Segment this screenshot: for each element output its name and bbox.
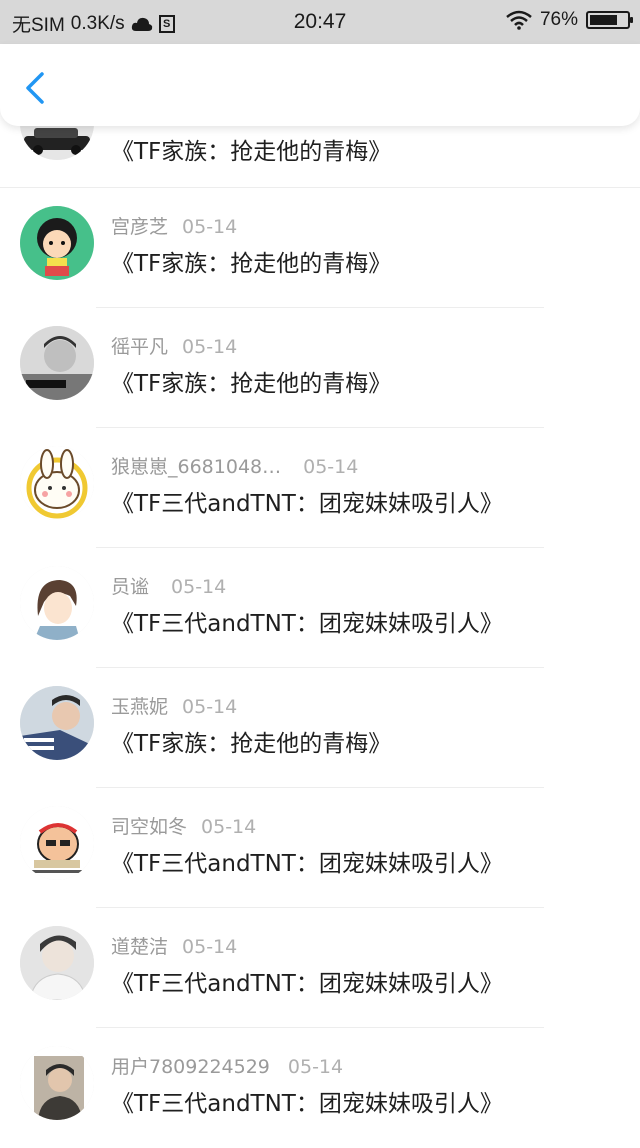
cartoon-girl-avatar[interactable] <box>20 206 94 280</box>
novel-title[interactable]: 《TF三代andTNT：团宠妹妹吸引人》 <box>111 604 503 638</box>
novel-title[interactable]: 《TF家族：抢走他的青梅》 <box>111 364 391 398</box>
list-item[interactable]: 道楚洁 05-14 《TF三代andTNT：团宠妹妹吸引人》 <box>0 908 640 1028</box>
novel-title[interactable]: 《TF家族：抢走他的青梅》 <box>111 244 391 278</box>
boy-photo-avatar[interactable] <box>20 1046 94 1120</box>
battery-percent: 76% <box>539 9 578 30</box>
wifi-icon <box>506 10 532 30</box>
list-item[interactable]: 狼崽崽_6681048… 05-14 《TF三代andTNT：团宠妹妹吸引人》 <box>0 428 640 548</box>
comment-date: 05-14 <box>201 816 257 838</box>
bunny-avatar[interactable] <box>20 446 94 520</box>
list-item[interactable]: 徭平凡 05-14 《TF家族：抢走他的青梅》 <box>0 308 640 428</box>
comment-meta: 徭平凡 05-14 <box>111 332 237 359</box>
anime-girl-avatar[interactable] <box>20 566 94 640</box>
list-item[interactable]: 玉燕妮 05-14 《TF家族：抢走他的青梅》 <box>0 668 640 788</box>
novel-title[interactable]: 《TF家族：抢走他的青梅》 <box>111 724 391 758</box>
novel-title[interactable]: 《TF家族：抢走他的青梅》 <box>111 132 391 166</box>
meme-avatar[interactable] <box>20 806 94 880</box>
battery-icon <box>586 11 633 29</box>
user-name[interactable]: 玉燕妮 <box>111 696 168 718</box>
list-item[interactable]: 司空如冬 05-14 《TF三代andTNT：团宠妹妹吸引人》 <box>0 788 640 908</box>
comment-date: 05-14 <box>182 936 238 958</box>
boy-photo-avatar[interactable] <box>20 686 94 760</box>
comment-meta: 玉燕妮 05-14 <box>111 692 237 719</box>
boy-photo-avatar[interactable] <box>20 326 94 400</box>
novel-title[interactable]: 《TF三代andTNT：团宠妹妹吸引人》 <box>111 484 503 518</box>
battery-level <box>590 15 617 25</box>
comment-date: 05-14 <box>287 1056 344 1078</box>
user-name[interactable]: 用户7809224529 <box>111 1056 270 1078</box>
comment-meta: 用户7809224529 05-14 <box>111 1052 343 1079</box>
comment-date: 05-14 <box>182 216 238 238</box>
user-name[interactable]: 狼崽崽_6681048… <box>111 456 281 478</box>
novel-title[interactable]: 《TF三代andTNT：团宠妹妹吸引人》 <box>111 1084 503 1118</box>
status-right: 76% <box>506 9 633 31</box>
novel-title[interactable]: 《TF三代andTNT：团宠妹妹吸引人》 <box>111 844 503 878</box>
list-item[interactable]: 员谧 05-14 《TF三代andTNT：团宠妹妹吸引人》 <box>0 548 640 668</box>
user-name[interactable]: 道楚洁 <box>111 936 168 958</box>
list-item[interactable]: 宫彦芝 05-14 《TF家族：抢走他的青梅》 <box>0 188 640 308</box>
comment-meta: 道楚洁 05-14 <box>111 932 237 959</box>
comment-meta: 宫彦芝 05-14 <box>111 212 237 239</box>
comment-date: 05-14 <box>182 336 238 358</box>
user-name[interactable]: 宫彦芝 <box>111 216 168 238</box>
comment-meta: 司空如冬 05-14 <box>111 812 256 839</box>
user-name[interactable]: 员谧 <box>111 576 149 598</box>
boy-photo-avatar[interactable] <box>20 926 94 1000</box>
comment-date: 05-14 <box>303 456 359 478</box>
novel-title[interactable]: 《TF三代andTNT：团宠妹妹吸引人》 <box>111 964 503 998</box>
chevron-left-icon <box>26 72 44 104</box>
comment-date: 05-14 <box>171 576 227 598</box>
comment-meta: 狼崽崽_6681048… 05-14 <box>111 452 358 479</box>
top-nav-bar <box>0 44 640 126</box>
user-name[interactable]: 司空如冬 <box>111 816 187 838</box>
back-button[interactable] <box>18 68 54 108</box>
comment-date: 05-14 <box>182 696 238 718</box>
status-bar: 无SIM 0.3K/s S 20:47 76% <box>0 0 640 44</box>
user-name[interactable]: 徭平凡 <box>111 336 168 358</box>
list-item[interactable]: 用户7809224529 05-14 《TF三代andTNT：团宠妹妹吸引人》 <box>0 1028 640 1148</box>
comment-meta: 员谧 05-14 <box>111 572 226 599</box>
